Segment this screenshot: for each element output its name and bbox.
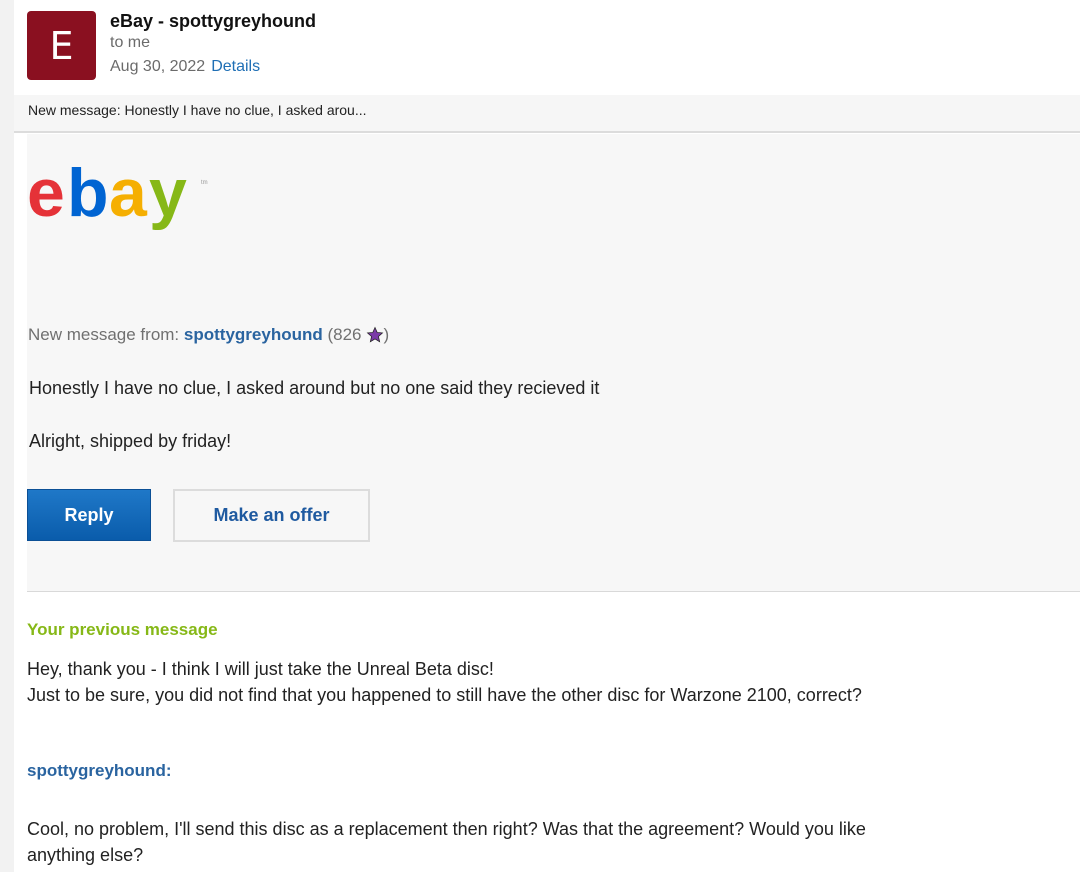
email-date: Aug 30, 2022 (110, 58, 206, 75)
reply-username: spottygreyhound: (27, 761, 172, 780)
logo-letter-b: b (67, 158, 109, 231)
reply-button[interactable]: Reply (27, 489, 151, 541)
email-header: E eBay - spottygreyhound to me Aug 30, 2… (27, 11, 1080, 83)
make-offer-button[interactable]: Make an offer (173, 489, 370, 542)
message-line-1: Honestly I have no clue, I asked around … (29, 378, 600, 398)
card-divider (27, 591, 1080, 592)
recipient-line: to me (110, 34, 151, 51)
logo-letter-a: a (109, 158, 148, 231)
left-margin-strip (0, 0, 14, 872)
previous-message-heading: Your previous message (27, 620, 218, 639)
details-link[interactable]: Details (211, 58, 260, 75)
date-row: Aug 30, 2022 Details (110, 58, 260, 76)
from-prefix: New message from: (28, 325, 180, 344)
sender-username-link[interactable]: spottygreyhound (184, 325, 323, 344)
message-line-2: Alright, shipped by friday! (29, 431, 232, 451)
previous-message-body: Hey, thank you - I think I will just tak… (27, 659, 862, 705)
logo-letter-e: e (27, 158, 63, 231)
sender-name: eBay - spottygreyhound (110, 11, 317, 31)
feedback-score-close: ) (383, 325, 390, 344)
logo-trademark: tm (201, 180, 208, 186)
from-line: New message from: spottygreyhound (826) (28, 325, 389, 345)
feedback-score: (826 (327, 325, 362, 344)
ebay-logo: e b a y tm (27, 158, 208, 231)
logo-letter-y: y (149, 158, 187, 231)
purple-star-icon (366, 326, 383, 343)
preview-banner: New message: Honestly I have no clue, I … (14, 95, 1080, 133)
preview-text: New message: Honestly I have no clue, I … (28, 102, 367, 118)
sender-avatar: E (27, 11, 96, 80)
reply-message-body: Cool, no problem, I'll send this disc as… (27, 819, 866, 865)
